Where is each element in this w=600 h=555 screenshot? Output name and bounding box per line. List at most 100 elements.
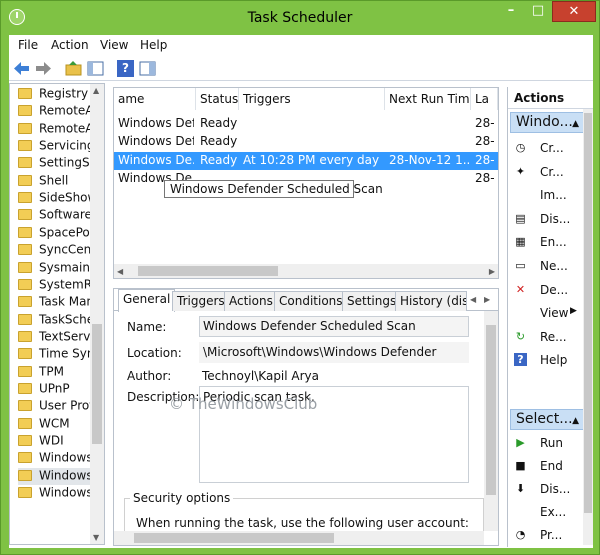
menu-action[interactable]: Action	[51, 38, 89, 52]
action-help[interactable]: ? Help	[512, 351, 584, 369]
action-import-task[interactable]: Im...	[512, 186, 584, 204]
close-button[interactable]: ✕	[552, 1, 596, 22]
tree-item[interactable]: SideShow	[18, 190, 98, 207]
author-value: Technoyl\Kapil Arya	[202, 369, 320, 383]
scroll-up-arrow-icon[interactable]: ▲	[93, 86, 99, 95]
title-bar[interactable]: Task Scheduler – □ ✕	[1, 1, 599, 35]
tree-item[interactable]: Task Man	[18, 294, 98, 311]
action-label: Ex...	[540, 505, 567, 519]
actions-group-windows-defender[interactable]: Windo... ▲	[510, 112, 584, 133]
name-field[interactable]: Windows Defender Scheduled Scan	[199, 316, 469, 337]
action-disable[interactable]: ⬇ Dis...	[512, 480, 584, 498]
detail-vscrollbar[interactable]	[484, 311, 498, 531]
action-create-task[interactable]: ✦ Cr...	[512, 163, 584, 181]
tree-item[interactable]: Servicing	[18, 138, 98, 155]
maximize-button[interactable]: □	[525, 1, 551, 22]
scroll-left-arrow-icon[interactable]: ◀	[117, 267, 123, 276]
tree-item[interactable]: RemoteAs	[18, 121, 98, 138]
help-toolbar-icon[interactable]: ?	[117, 60, 134, 77]
tree-item[interactable]: Windows	[18, 467, 98, 485]
task-list-hscrollbar[interactable]: ◀ ▶	[114, 264, 498, 278]
tree-scroll-thumb[interactable]	[92, 324, 102, 444]
scroll-right-arrow-icon[interactable]: ▶	[489, 267, 495, 276]
tree-item-label: TPM	[39, 364, 64, 379]
author-label: Author:	[127, 369, 172, 383]
properties-panel-icon[interactable]	[139, 60, 156, 77]
tree-item[interactable]: TaskSched	[18, 312, 98, 329]
tree-item[interactable]: Time Sync	[18, 346, 98, 363]
task-list-scroll-thumb[interactable]	[138, 266, 278, 276]
action-export[interactable]: Ex...	[512, 503, 584, 521]
tree-item[interactable]: SystemRe	[18, 277, 98, 294]
tree-item[interactable]: Windows	[18, 485, 98, 502]
up-folder-icon[interactable]	[65, 60, 82, 77]
column-last-run[interactable]: La	[471, 88, 498, 110]
detail-hscrollbar[interactable]	[114, 531, 484, 545]
tab-history[interactable]: History (dis	[395, 291, 467, 311]
tree-item[interactable]: TextServic	[18, 329, 98, 346]
tree-item[interactable]: Windows	[18, 450, 98, 467]
tree-item[interactable]: SettingSync	[18, 155, 98, 172]
action-enable-history[interactable]: ▦ En...	[512, 233, 584, 251]
scroll-down-arrow-icon[interactable]: ▼	[93, 533, 99, 542]
tree-scrollbar[interactable]: ▲ ▼	[90, 84, 104, 544]
column-status[interactable]: Status	[196, 88, 239, 110]
action-view[interactable]: View ▶	[512, 304, 584, 322]
tree-item[interactable]: UPnP	[18, 381, 98, 398]
action-run[interactable]: ▶ Run	[512, 434, 584, 452]
properties-icon: ◔	[515, 528, 526, 541]
action-display-running[interactable]: ▤ Dis...	[512, 210, 584, 228]
folder-icon	[18, 400, 32, 412]
collapse-caret-icon[interactable]: ▲	[572, 412, 579, 429]
menu-help[interactable]: Help	[140, 38, 167, 52]
tree-item[interactable]: Registry	[18, 86, 98, 103]
tree-item[interactable]: User Profi	[18, 398, 98, 415]
action-delete-folder[interactable]: ✕ De...	[512, 281, 584, 299]
import-task-icon	[514, 188, 527, 201]
action-label: Cr...	[540, 141, 564, 155]
minimize-button[interactable]: –	[498, 1, 524, 22]
tab-general[interactable]: General	[118, 289, 176, 312]
task-cell-last: 28-	[475, 116, 495, 130]
actions-group-selected-item[interactable]: Select... ▲	[510, 409, 584, 430]
detail-hscroll-thumb[interactable]	[134, 533, 334, 543]
column-name[interactable]: ame	[114, 88, 196, 110]
tab-scroll-right-icon[interactable]: ▶	[484, 295, 490, 304]
column-triggers[interactable]: Triggers	[239, 88, 385, 110]
tree-item[interactable]: SoftwareP	[18, 207, 98, 224]
folder-icon	[18, 452, 32, 464]
tab-actions[interactable]: Actions	[224, 291, 278, 311]
menu-file[interactable]: File	[18, 38, 38, 52]
action-create-basic-task[interactable]: ◷ Cr...	[512, 139, 584, 157]
action-refresh[interactable]: ↻ Re...	[512, 328, 584, 346]
action-properties[interactable]: ◔ Pr...	[512, 526, 584, 544]
menu-view[interactable]: View	[100, 38, 128, 52]
tree-item[interactable]: Sysmain	[18, 260, 98, 277]
tree-item[interactable]: TPM	[18, 364, 98, 381]
tree-item[interactable]: WCM	[18, 416, 98, 433]
tree-item[interactable]: SyncCent	[18, 242, 98, 259]
forward-arrow-icon[interactable]	[35, 60, 52, 77]
task-row[interactable]: Windows De... Ready At 10:28 PM every day 2…	[114, 151, 498, 170]
tab-settings[interactable]: Settings	[342, 291, 402, 311]
tree-item[interactable]: SpacePort	[18, 225, 98, 242]
tree-item[interactable]: RemoteApp	[18, 103, 98, 120]
action-new-folder[interactable]: ▭ Ne...	[512, 257, 584, 275]
collapse-caret-icon[interactable]: ▲	[572, 115, 579, 132]
tree-item[interactable]: Shell	[18, 173, 98, 190]
tree-item[interactable]: WDI	[18, 433, 98, 450]
task-row[interactable]: Windows Defe Ready 28-	[114, 115, 498, 133]
actions-scroll-thumb[interactable]	[584, 113, 592, 513]
column-next-run-time[interactable]: Next Run Time	[385, 88, 471, 110]
folder-icon	[18, 278, 32, 290]
task-library-tree[interactable]: Registry RemoteAppRemoteAsServicing Settin…	[9, 83, 105, 545]
tab-scroll-left-icon[interactable]: ◀	[470, 295, 476, 304]
actions-scrollbar[interactable]	[583, 109, 593, 545]
show-hide-tree-icon[interactable]	[87, 60, 104, 77]
action-end[interactable]: ■ End	[512, 457, 584, 475]
tab-conditions[interactable]: Conditions	[274, 291, 348, 311]
back-arrow-icon[interactable]	[13, 60, 30, 77]
detail-vscroll-thumb[interactable]	[486, 325, 496, 495]
tab-triggers[interactable]: Triggers	[172, 291, 230, 311]
task-row[interactable]: Windows Defe Ready 28-	[114, 133, 498, 151]
